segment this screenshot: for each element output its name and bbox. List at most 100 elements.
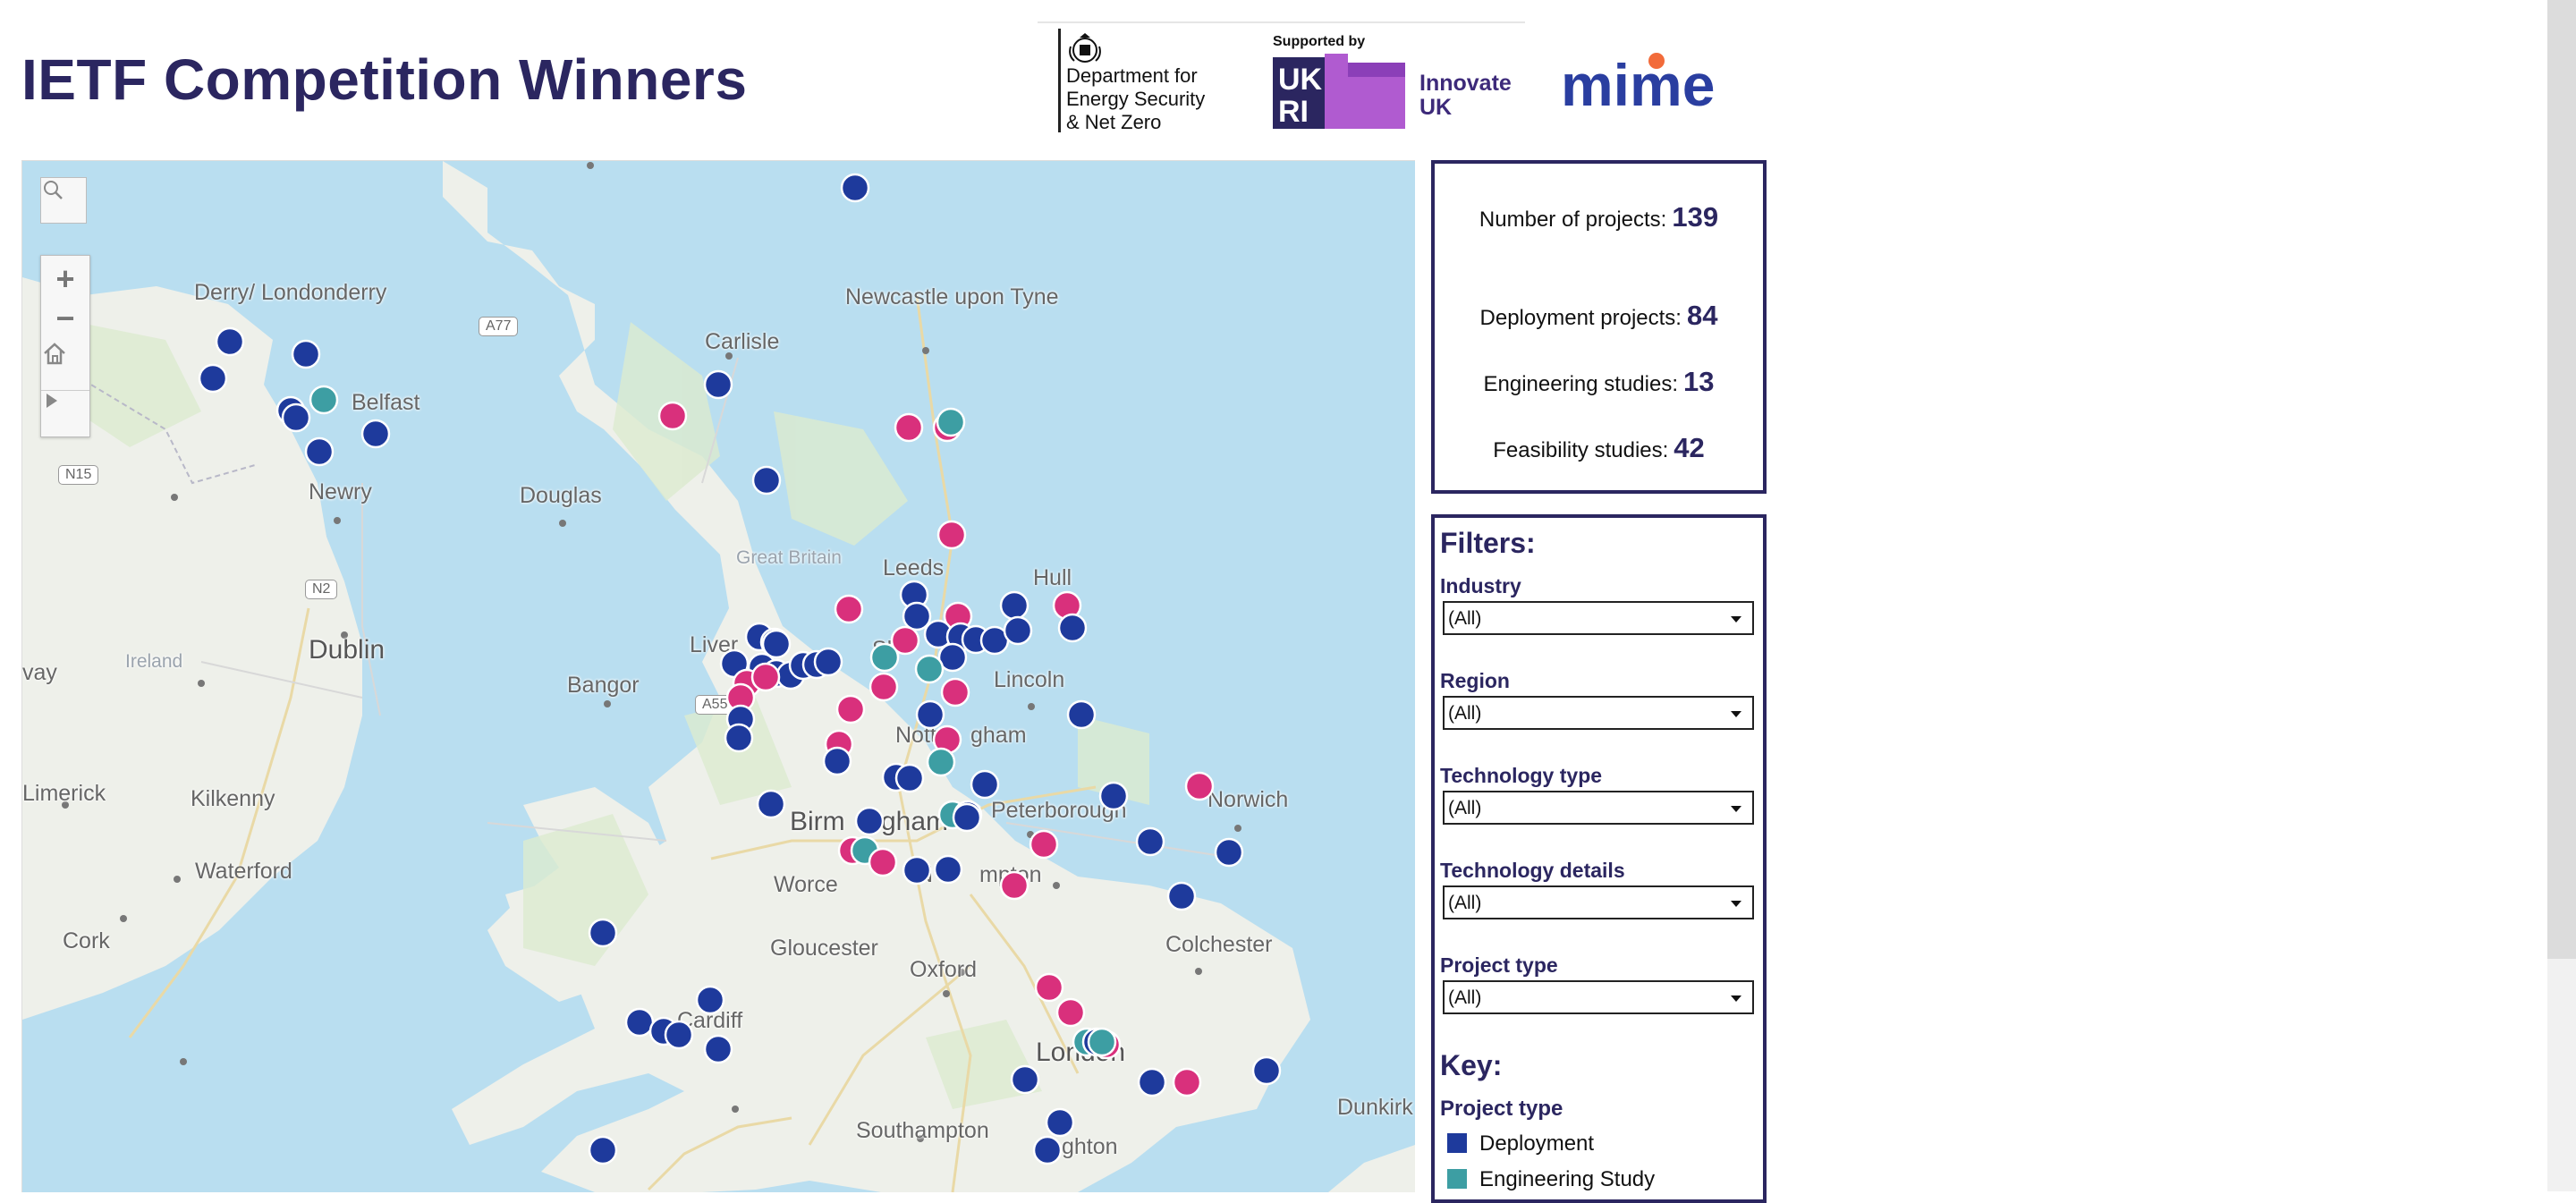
stat-engineering-value: 13 <box>1683 366 1715 397</box>
project-marker-engineering-study[interactable] <box>309 385 339 415</box>
project-marker-deployment[interactable] <box>915 699 945 730</box>
technology-details-select[interactable]: (All) <box>1443 885 1754 919</box>
project-type-select[interactable]: (All) <box>1443 980 1754 1014</box>
project-marker-feasibility-study[interactable] <box>657 401 688 431</box>
project-marker-deployment[interactable] <box>854 806 885 836</box>
project-marker-feasibility-study[interactable] <box>869 672 899 702</box>
project-marker-deployment[interactable] <box>1003 615 1033 646</box>
project-marker-deployment[interactable] <box>1251 1055 1282 1086</box>
stat-projects-value: 139 <box>1672 201 1719 233</box>
project-marker-deployment[interactable] <box>840 173 870 203</box>
project-marker-deployment[interactable] <box>999 590 1030 621</box>
project-marker-deployment[interactable] <box>703 369 733 400</box>
chevron-down-icon <box>1731 711 1741 717</box>
project-marker-deployment[interactable] <box>952 802 982 833</box>
project-marker-deployment[interactable] <box>1045 1107 1075 1138</box>
filter-label-technology-details: Technology details <box>1440 859 1625 882</box>
project-marker-deployment[interactable] <box>215 326 245 357</box>
project-marker-deployment[interactable] <box>304 436 335 467</box>
project-marker-feasibility-study[interactable] <box>1184 771 1215 801</box>
project-marker-deployment[interactable] <box>1066 699 1097 730</box>
project-marker-feasibility-study[interactable] <box>1055 997 1086 1028</box>
project-marker-deployment[interactable] <box>902 855 932 885</box>
chevron-down-icon <box>1731 901 1741 907</box>
project-marker-deployment[interactable] <box>813 647 843 677</box>
project-marker-feasibility-study[interactable] <box>1172 1067 1202 1097</box>
project-marker-feasibility-study[interactable] <box>835 694 866 724</box>
project-marker-deployment[interactable] <box>1032 1135 1063 1165</box>
search-icon <box>44 181 63 199</box>
filters-panel: Filters: Industry (All) Region (All) Tec… <box>1431 514 1767 1203</box>
svg-text:RI: RI <box>1278 95 1309 129</box>
project-marker-deployment[interactable] <box>1214 837 1244 868</box>
project-marker-deployment[interactable] <box>588 1135 618 1165</box>
project-marker-engineering-study[interactable] <box>869 642 900 673</box>
project-marker-feasibility-study[interactable] <box>1029 829 1059 860</box>
project-marker-deployment[interactable] <box>894 763 925 793</box>
project-marker-deployment[interactable] <box>902 601 932 631</box>
project-marker-engineering-study[interactable] <box>926 747 956 777</box>
project-marker-deployment[interactable] <box>588 918 618 948</box>
royal-crest-icon <box>1069 33 1101 63</box>
zoom-out-button[interactable]: − <box>41 297 89 340</box>
project-marker-feasibility-study[interactable] <box>868 847 898 877</box>
project-marker-feasibility-study[interactable] <box>940 677 970 707</box>
project-marker-engineering-study[interactable] <box>936 407 966 437</box>
project-type-select-value: (All) <box>1448 987 1482 1008</box>
stat-engineering-label: Engineering studies: <box>1483 372 1678 396</box>
project-marker-deployment[interactable] <box>1010 1064 1040 1095</box>
stat-feasibility-studies: Feasibility studies: 42 <box>1435 432 1763 464</box>
project-marker-deployment[interactable] <box>703 1034 733 1064</box>
key-item-deployment: Deployment <box>1447 1131 1594 1156</box>
project-marker-deployment[interactable] <box>624 1007 655 1038</box>
region-select[interactable]: (All) <box>1443 696 1754 730</box>
play-button[interactable] <box>41 390 89 434</box>
zoom-in-icon: + <box>55 260 75 297</box>
supported-by-label: Supported by <box>1273 34 1366 49</box>
stat-deployment-label: Deployment projects: <box>1479 306 1682 330</box>
stat-feasibility-label: Feasibility studies: <box>1493 438 1669 462</box>
project-marker-deployment[interactable] <box>281 402 311 433</box>
project-marker-feasibility-study[interactable] <box>936 520 967 550</box>
key-item-engineering-label: Engineering Study <box>1479 1167 1656 1191</box>
project-marker-deployment[interactable] <box>1135 826 1165 857</box>
project-marker-deployment[interactable] <box>1098 781 1129 811</box>
project-marker-deployment[interactable] <box>970 769 1000 800</box>
map-view[interactable]: Derry/ Londonderry Belfast Newry Dublin … <box>21 160 1415 1192</box>
engineering-study-swatch <box>1447 1169 1467 1189</box>
technology-type-select[interactable]: (All) <box>1443 791 1754 825</box>
key-subheading: Project type <box>1440 1097 1563 1121</box>
map-search-button[interactable] <box>40 177 87 224</box>
ukri-logo: UK RI <box>1273 54 1405 129</box>
project-marker-deployment[interactable] <box>822 746 852 776</box>
deployment-swatch <box>1447 1133 1467 1153</box>
industry-select[interactable]: (All) <box>1443 601 1754 635</box>
project-marker-deployment[interactable] <box>761 629 792 659</box>
project-markers-layer <box>198 173 1282 1165</box>
project-marker-deployment[interactable] <box>724 723 754 753</box>
technology-details-select-value: (All) <box>1448 893 1482 913</box>
project-marker-feasibility-study[interactable] <box>894 412 924 443</box>
project-marker-feasibility-study[interactable] <box>999 870 1030 901</box>
project-marker-feasibility-study[interactable] <box>834 594 864 624</box>
project-marker-engineering-study[interactable] <box>914 654 945 684</box>
project-marker-deployment[interactable] <box>756 789 786 819</box>
page-scrollbar-thumb[interactable] <box>2547 0 2576 959</box>
project-marker-deployment[interactable] <box>198 363 228 394</box>
project-marker-deployment[interactable] <box>1166 881 1197 911</box>
project-marker-deployment[interactable] <box>1137 1067 1167 1097</box>
project-marker-deployment[interactable] <box>360 419 391 449</box>
filter-label-project-type: Project type <box>1440 953 1558 977</box>
project-marker-feasibility-study[interactable] <box>750 662 781 692</box>
home-button[interactable] <box>41 340 89 383</box>
project-marker-deployment[interactable] <box>291 339 321 369</box>
project-marker-deployment[interactable] <box>751 465 782 496</box>
stat-feasibility-value: 42 <box>1674 432 1705 463</box>
project-marker-engineering-study[interactable] <box>1087 1027 1117 1057</box>
zoom-in-button[interactable]: + <box>41 258 89 301</box>
project-marker-deployment[interactable] <box>695 985 725 1015</box>
project-marker-feasibility-study[interactable] <box>1034 972 1064 1003</box>
project-marker-deployment[interactable] <box>933 854 963 885</box>
project-marker-deployment[interactable] <box>664 1020 694 1050</box>
project-marker-deployment[interactable] <box>1057 613 1088 643</box>
